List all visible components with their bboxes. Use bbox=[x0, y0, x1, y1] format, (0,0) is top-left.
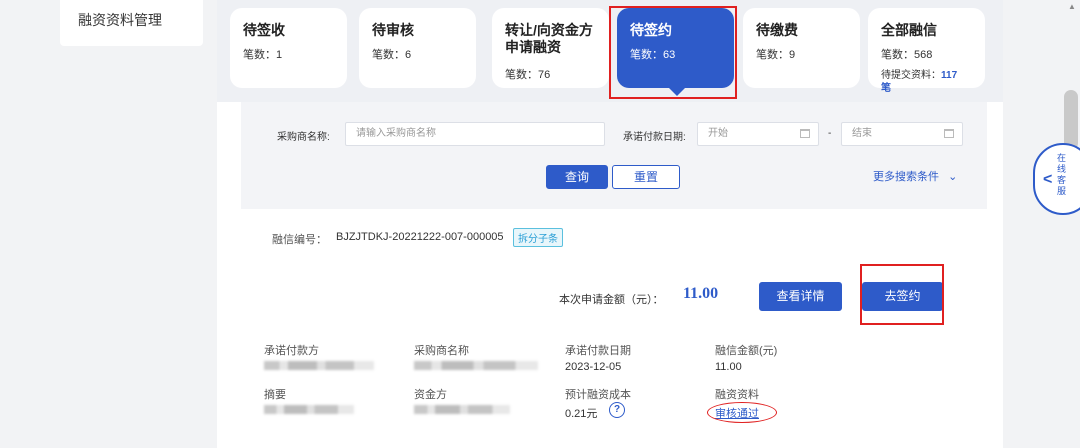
pay-date-label: 承诺付款日期: bbox=[623, 132, 686, 143]
summary-value-redacted bbox=[264, 405, 354, 414]
tab-title-line2: 申请融资 bbox=[505, 39, 561, 55]
pay-date-field-label: 承诺付款日期 bbox=[565, 345, 631, 357]
material-label: 融资资料 bbox=[715, 389, 759, 401]
tab-title: 待审核 bbox=[372, 22, 414, 38]
payer-label: 承诺付款方 bbox=[264, 345, 319, 357]
pay-date-value: 2023-12-05 bbox=[565, 361, 622, 373]
question-circle-icon[interactable]: ? bbox=[609, 402, 625, 418]
tab-transfer-apply-financing[interactable]: 转让/向资金方 申请融资 笔数：76 bbox=[492, 8, 609, 88]
funder-label: 资金方 bbox=[414, 389, 447, 401]
date-separator: - bbox=[828, 128, 832, 139]
credit-amount-label: 融信金额(元) bbox=[715, 345, 778, 357]
online-customer-service-tab[interactable]: < 在 线 客 服 bbox=[1033, 143, 1080, 215]
tab-title: 转让/向资金方 申请融资 bbox=[505, 22, 593, 56]
tab-pending-review[interactable]: 待审核 笔数：6 bbox=[359, 8, 476, 88]
extra-label: 待提交资料： bbox=[881, 70, 941, 81]
sidebar-item-label: 融资资料管理 bbox=[78, 12, 162, 28]
summary-label: 摘要 bbox=[264, 389, 286, 401]
buyer-name-field-label: 采购商名称 bbox=[414, 345, 469, 357]
highlight-box bbox=[609, 6, 737, 99]
buyer-value-redacted bbox=[414, 361, 538, 370]
tab-title: 全部融信 bbox=[881, 22, 937, 38]
tab-count: 笔数：76 bbox=[505, 69, 551, 81]
tab-count: 笔数：568 bbox=[881, 49, 933, 61]
pending-submission-count: 待提交资料：117 笔 bbox=[881, 69, 981, 95]
tab-title: 待缴费 bbox=[756, 22, 798, 38]
funder-value-redacted bbox=[414, 405, 510, 414]
more-search-conditions[interactable]: 更多搜索条件 ⌄ bbox=[873, 168, 957, 184]
calendar-icon bbox=[944, 129, 954, 138]
tab-pending-receipt[interactable]: 待签收 笔数：1 bbox=[230, 8, 347, 88]
cost-label: 预计融资成本 bbox=[565, 389, 631, 401]
chat-char: 线 bbox=[1057, 164, 1067, 174]
end-date-input[interactable]: 结束 bbox=[841, 122, 963, 146]
scroll-up-arrow[interactable]: ▲ bbox=[1068, 2, 1076, 11]
tab-pending-payment[interactable]: 待缴费 笔数：9 bbox=[743, 8, 860, 88]
highlight-oval bbox=[707, 402, 777, 423]
credit-id-label: 融信编号： bbox=[272, 234, 327, 246]
payer-value-redacted bbox=[264, 361, 374, 370]
tab-title-line1: 转让/向资金方 bbox=[505, 22, 593, 38]
start-date-input[interactable]: 开始 bbox=[697, 122, 819, 146]
chat-char: 客 bbox=[1057, 175, 1067, 185]
buyer-name-input[interactable]: 请输入采购商名称 bbox=[345, 122, 605, 146]
extra-unit: 笔 bbox=[881, 83, 891, 94]
chevron-left-icon: < bbox=[1043, 171, 1053, 188]
chat-char: 服 bbox=[1057, 186, 1067, 196]
chat-char: 在 bbox=[1057, 153, 1067, 163]
calendar-icon bbox=[800, 129, 810, 138]
tab-count: 笔数：9 bbox=[756, 49, 796, 61]
sidebar-item-financing-materials[interactable]: 融资资料管理 bbox=[60, 0, 203, 46]
page-scrollbar-thumb[interactable] bbox=[1064, 90, 1078, 150]
tab-all-credits[interactable]: 全部融信 笔数：568 待提交资料：117 笔 bbox=[868, 8, 985, 94]
chevron-down-icon: ⌄ bbox=[948, 171, 958, 183]
apply-amount-value: 11.00 bbox=[683, 285, 719, 302]
tab-count: 笔数：6 bbox=[372, 49, 412, 61]
highlight-box bbox=[860, 264, 944, 325]
start-date-placeholder: 开始 bbox=[708, 128, 728, 139]
extra-value: 117 bbox=[941, 70, 958, 81]
end-date-placeholder: 结束 bbox=[852, 128, 872, 139]
split-sub-item-tag: 拆分子条 bbox=[513, 228, 563, 247]
chat-label: 在 线 客 服 bbox=[1057, 153, 1067, 197]
tab-title: 待签收 bbox=[243, 22, 285, 38]
search-panel: 采购商名称: 请输入采购商名称 承诺付款日期: 开始 - 结束 查询 重置 bbox=[241, 102, 987, 209]
credit-amount-value: 11.00 bbox=[715, 361, 742, 373]
more-conditions-label: 更多搜索条件 bbox=[873, 171, 939, 183]
cost-value: 0.21元 bbox=[565, 408, 598, 420]
reset-button[interactable]: 重置 bbox=[612, 165, 680, 189]
buyer-name-label: 采购商名称: bbox=[277, 132, 330, 143]
query-button[interactable]: 查询 bbox=[546, 165, 608, 189]
tab-count: 笔数：1 bbox=[243, 49, 283, 61]
view-details-button[interactable]: 查看详情 bbox=[759, 282, 842, 311]
credit-id-value: BJZJTDKJ-20221222-007-000005 bbox=[336, 231, 504, 243]
apply-amount-label: 本次申请金额（元）： bbox=[559, 294, 664, 306]
